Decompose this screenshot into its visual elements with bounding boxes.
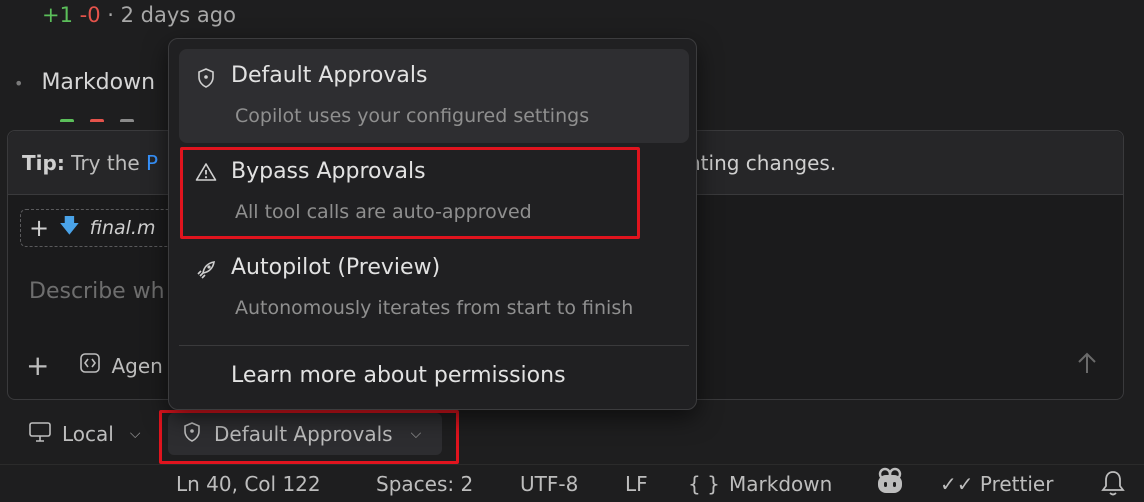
diff-separator-mark	[120, 119, 134, 122]
cursor-position[interactable]: Ln 40, Col 122	[176, 465, 321, 502]
diff-summary: +1 -0 · 2 days ago	[42, 0, 236, 30]
bell-icon[interactable]	[1100, 469, 1126, 502]
menu-item-autopilot[interactable]: Autopilot (Preview) Autonomously iterate…	[179, 245, 689, 337]
menu-item-description: Autonomously iterates from start to fini…	[235, 297, 634, 319]
attachment-filename: final.m	[89, 217, 156, 239]
markdown-file-icon: 🡇	[59, 213, 80, 237]
menu-item-title: Bypass Approvals	[231, 159, 426, 184]
code-icon	[79, 352, 101, 379]
prettier-label: Prettier	[979, 472, 1054, 496]
shield-icon	[195, 67, 217, 89]
menu-item-bypass-approvals[interactable]: Bypass Approvals All tool calls are auto…	[179, 149, 689, 241]
double-check-icon: ✓✓	[940, 472, 974, 496]
tip-label: Tip:	[22, 151, 65, 175]
menu-item-title: Autopilot (Preview)	[231, 255, 441, 280]
input-toolbar: + Agen	[26, 349, 163, 382]
menu-item-description: All tool calls are auto-approved	[235, 201, 532, 223]
learn-more-permissions-link[interactable]: Learn more about permissions	[231, 363, 566, 388]
diff-separator: ·	[100, 3, 121, 27]
language-mode[interactable]: Markdown	[729, 465, 832, 502]
copilot-icon[interactable]	[875, 467, 905, 502]
diff-added-count: +1	[42, 3, 73, 27]
warning-icon	[195, 161, 217, 183]
bullet-icon: •	[14, 74, 24, 93]
session-target-button[interactable]: Local ⌵	[28, 417, 140, 451]
tip-link[interactable]: P	[146, 151, 158, 175]
agent-mode-button[interactable]: Agen	[79, 352, 163, 379]
diff-timestamp: 2 days ago	[120, 3, 236, 27]
chat-input[interactable]: Describe wh	[29, 279, 165, 304]
language-braces-icon: { }	[688, 472, 720, 496]
send-icon[interactable]	[1073, 349, 1101, 384]
tip-text: Try the	[64, 151, 147, 175]
approvals-dropdown-menu: Default Approvals Copilot uses your conf…	[168, 38, 697, 410]
add-context-icon[interactable]: +	[29, 214, 49, 242]
prettier-status[interactable]: ✓✓ Prettier	[940, 465, 1053, 502]
encoding[interactable]: UTF-8	[520, 465, 578, 502]
chevron-down-icon: ⌵	[410, 426, 422, 442]
menu-item-title: Default Approvals	[231, 63, 428, 88]
chat-view: +1 -0 · 2 days ago • Markdown Tip: Try th…	[0, 0, 1144, 502]
menu-item-description: Copilot uses your configured settings	[235, 105, 590, 127]
agent-mode-label: Agen	[111, 353, 163, 378]
tip-text-end: nting changes.	[688, 151, 837, 175]
shield-icon	[182, 421, 202, 448]
history-list-item: • Markdown	[14, 66, 155, 100]
menu-divider	[179, 345, 689, 346]
approvals-mode-label: Default Approvals	[214, 422, 393, 446]
status-bar: Ln 40, Col 122 Spaces: 2 UTF-8 LF { } Ma…	[0, 464, 1144, 502]
indentation[interactable]: Spaces: 2	[376, 465, 473, 502]
diff-summary-partial	[60, 108, 170, 122]
diff-added-mark	[60, 119, 74, 122]
add-icon[interactable]: +	[26, 349, 49, 382]
menu-item-default-approvals[interactable]: Default Approvals Copilot uses your conf…	[179, 49, 689, 143]
diff-removed-count: -0	[79, 3, 101, 27]
monitor-icon	[28, 421, 52, 448]
end-of-line[interactable]: LF	[625, 465, 648, 502]
diff-removed-mark	[90, 119, 104, 122]
chevron-down-icon: ⌵	[129, 426, 141, 442]
attachment-chip[interactable]: + 🡇 final.m	[20, 209, 190, 247]
session-target-label: Local	[62, 422, 114, 446]
history-item-label: Markdown	[41, 70, 156, 95]
approvals-mode-button[interactable]: Default Approvals ⌵	[168, 413, 442, 455]
rocket-icon	[195, 259, 217, 281]
